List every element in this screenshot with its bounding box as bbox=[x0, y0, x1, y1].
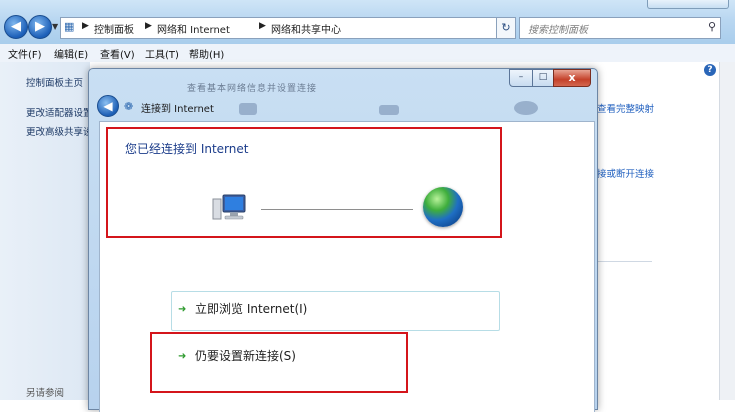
close-button[interactable]: x bbox=[553, 69, 591, 87]
menu-file[interactable]: 文件(F) bbox=[8, 46, 42, 61]
vertical-scrollbar[interactable] bbox=[719, 62, 735, 400]
left-link-change-adapter[interactable]: 更改适配器设置 bbox=[26, 105, 93, 119]
address-bar[interactable]: ▦ ▶ 控制面板 ▶ 网络和 Internet ▶ 网络和共享中心 ▼ bbox=[60, 17, 514, 39]
search-input[interactable]: 搜索控制面板 ⚲ bbox=[519, 17, 721, 39]
green-arrow-icon: ➜ bbox=[178, 304, 187, 315]
breadcrumb-separator-icon[interactable]: ▶ bbox=[145, 21, 152, 31]
search-placeholder: 搜索控制面板 bbox=[528, 25, 588, 36]
control-panel-icon: ▦ bbox=[64, 20, 75, 33]
minimize-button[interactable]: – bbox=[509, 69, 533, 87]
connect-internet-dialog: 查看基本网络信息并设置连接 – □ x ◀ ❁ 连接到 Internet 您已经… bbox=[88, 68, 598, 412]
left-task-pane: 控制面板主页 更改适配器设置 更改高级共享设置 另请参阅 bbox=[0, 62, 102, 400]
maximize-button[interactable]: □ bbox=[532, 69, 554, 87]
help-icon[interactable]: ? bbox=[704, 64, 716, 76]
refresh-icon[interactable]: ↻ bbox=[496, 17, 516, 39]
internet-globe-icon bbox=[423, 187, 463, 227]
breadcrumb-network-internet[interactable]: 网络和 Internet bbox=[157, 21, 230, 36]
background-map-icon bbox=[379, 105, 399, 115]
breadcrumb-separator-icon[interactable]: ▶ bbox=[82, 21, 89, 31]
recent-pages-dropdown-icon[interactable]: ▼ bbox=[52, 22, 58, 31]
view-full-map-link[interactable]: 查看完整映射 bbox=[597, 101, 654, 115]
window-caption-buttons[interactable] bbox=[647, 0, 729, 9]
setup-new-connection-option[interactable]: 仍要设置新连接(S) bbox=[195, 347, 296, 364]
explorer-toolbar: ◀ ▶ ▼ ▦ ▶ 控制面板 ▶ 网络和 Internet ▶ 网络和共享中心 … bbox=[0, 0, 735, 44]
menu-help[interactable]: 帮助(H) bbox=[189, 46, 224, 61]
background-map-icon bbox=[239, 103, 257, 115]
dialog-back-arrow-icon[interactable]: ◀ bbox=[97, 95, 119, 117]
menu-edit[interactable]: 编辑(E) bbox=[54, 46, 88, 61]
network-icon: ❁ bbox=[124, 100, 134, 113]
divider bbox=[597, 261, 652, 262]
search-icon[interactable]: ⚲ bbox=[708, 20, 716, 33]
back-arrow-icon[interactable]: ◀ bbox=[4, 15, 28, 39]
computer-icon bbox=[212, 194, 246, 220]
connect-disconnect-link[interactable]: 接或断开连接 bbox=[597, 166, 654, 180]
background-map-icon bbox=[514, 101, 538, 115]
breadcrumb-separator-icon[interactable]: ▶ bbox=[259, 21, 266, 31]
background-window-title: 查看基本网络信息并设置连接 bbox=[187, 84, 318, 94]
forward-arrow-icon[interactable]: ▶ bbox=[28, 15, 52, 39]
connection-line bbox=[261, 209, 413, 210]
dialog-title: 连接到 Internet bbox=[141, 104, 214, 115]
dialog-caption-buttons: – □ x bbox=[509, 69, 591, 87]
breadcrumb-control-panel[interactable]: 控制面板 bbox=[94, 21, 134, 36]
menu-bar: 文件(F) 编辑(E) 查看(V) 工具(T) 帮助(H) bbox=[0, 44, 735, 63]
browse-internet-label[interactable]: 立即浏览 Internet(I) bbox=[195, 300, 307, 317]
see-also-heading: 另请参阅 bbox=[26, 388, 65, 399]
menu-tools[interactable]: 工具(T) bbox=[145, 46, 179, 61]
green-arrow-icon: ➜ bbox=[178, 351, 187, 362]
left-link-control-panel-home[interactable]: 控制面板主页 bbox=[26, 75, 83, 89]
breadcrumb-network-sharing-center[interactable]: 网络和共享中心 bbox=[271, 21, 341, 36]
menu-view[interactable]: 查看(V) bbox=[100, 46, 135, 61]
connection-status-text: 您已经连接到 Internet bbox=[125, 142, 249, 156]
